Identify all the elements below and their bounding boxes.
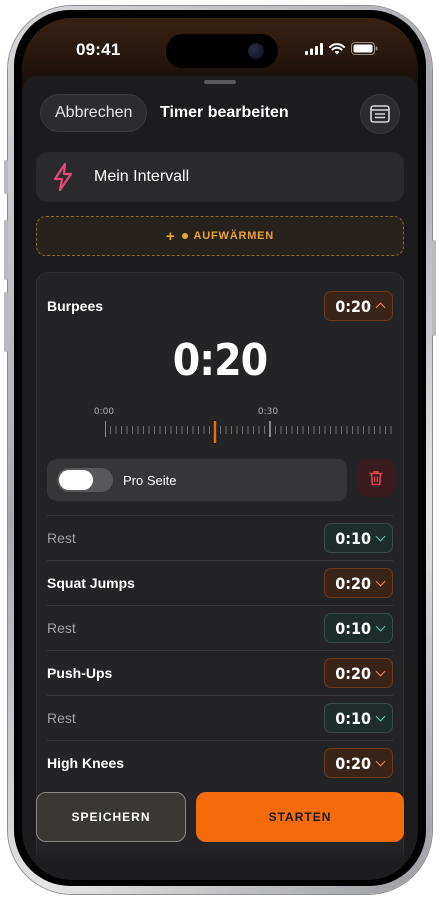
exercise-name: Push-Ups bbox=[47, 665, 113, 681]
per-side-label: Pro Seite bbox=[123, 472, 177, 488]
chevron-down-icon bbox=[375, 576, 386, 586]
duration-value: 0:20 bbox=[335, 573, 371, 593]
duration-value: 0:10 bbox=[335, 618, 371, 638]
chevron-down-icon bbox=[375, 666, 386, 676]
exercise-name: High Knees bbox=[47, 755, 125, 771]
camera-icon bbox=[248, 43, 264, 59]
per-side-toggle[interactable] bbox=[57, 468, 113, 492]
status-time: 09:41 bbox=[76, 40, 121, 59]
warmup-dot-icon bbox=[181, 233, 188, 239]
volume-down-button bbox=[4, 292, 8, 352]
duration-pill[interactable]: 0:20 bbox=[324, 658, 393, 688]
duration-value: 0:20 bbox=[335, 663, 371, 683]
exercise-row[interactable]: Squat Jumps 0:20 bbox=[47, 560, 393, 605]
warmup-label: AUFWÄRMEN bbox=[193, 230, 275, 242]
active-duration: 0:20 bbox=[335, 296, 371, 316]
sheet-title: Timer bearbeiten bbox=[160, 104, 289, 121]
notes-button[interactable] bbox=[360, 94, 400, 134]
rest-row[interactable]: Rest 0:10 bbox=[47, 515, 393, 560]
rest-label: Rest bbox=[47, 620, 76, 636]
duration-value: 0:20 bbox=[335, 753, 371, 773]
volume-up-button bbox=[4, 220, 8, 280]
dynamic-island bbox=[166, 34, 278, 68]
rest-row[interactable]: Rest 0:10 bbox=[47, 695, 393, 740]
timer-name-row[interactable]: Mein Intervall bbox=[36, 152, 404, 202]
add-warmup-button[interactable]: + AUFWÄRMEN bbox=[36, 216, 404, 256]
trash-icon bbox=[369, 471, 383, 486]
sheet-grabber[interactable] bbox=[204, 80, 236, 84]
active-exercise-name[interactable]: Burpees bbox=[47, 298, 103, 314]
action-button bbox=[4, 160, 8, 194]
duration-pill[interactable]: 0:10 bbox=[324, 703, 393, 733]
duration-pill[interactable]: 0:20 bbox=[324, 748, 393, 778]
start-button[interactable]: STARTEN bbox=[196, 792, 404, 842]
duration-pill[interactable]: 0:10 bbox=[324, 523, 393, 553]
timer-name: Mein Intervall bbox=[94, 168, 190, 185]
bottom-fade bbox=[22, 846, 418, 880]
battery-icon bbox=[351, 42, 378, 55]
chevron-down-icon bbox=[375, 621, 386, 631]
duration-pill[interactable]: 0:10 bbox=[324, 613, 393, 643]
rest-label: Rest bbox=[47, 710, 76, 726]
per-side-row: Pro Seite bbox=[47, 459, 347, 501]
status-icons bbox=[305, 42, 378, 55]
signal-icon bbox=[305, 42, 323, 55]
interval-list: Burpees 0:20 0:20 0:00 0:30 Pro Seite Re… bbox=[36, 272, 404, 872]
ruler-indicator[interactable] bbox=[213, 421, 217, 443]
duration-ruler[interactable]: 0:00 0:30 bbox=[94, 407, 397, 447]
delete-button[interactable] bbox=[357, 459, 395, 497]
status-bar: 09:41 bbox=[22, 18, 418, 76]
rest-row[interactable]: Rest 0:10 bbox=[47, 605, 393, 650]
wifi-icon bbox=[329, 42, 345, 54]
chevron-down-icon bbox=[375, 531, 386, 541]
duration-value: 0:10 bbox=[335, 708, 371, 728]
plus-icon: + bbox=[165, 227, 176, 245]
screen: 09:41 Abbrechen Timer bearbeiten Mein In… bbox=[22, 18, 418, 880]
exercise-row[interactable]: Push-Ups 0:20 bbox=[47, 650, 393, 695]
duration-pill[interactable]: 0:20 bbox=[324, 568, 393, 598]
notes-icon bbox=[370, 105, 390, 123]
exercise-row[interactable]: High Knees 0:20 bbox=[47, 740, 393, 785]
chevron-down-icon bbox=[375, 756, 386, 766]
toggle-knob bbox=[59, 470, 93, 490]
ruler-ticks bbox=[105, 421, 392, 443]
bolt-icon bbox=[53, 163, 73, 191]
power-button bbox=[432, 240, 436, 336]
duration-display: 0:20 bbox=[172, 335, 268, 386]
edit-timer-sheet: Abbrechen Timer bearbeiten Mein Interval… bbox=[22, 76, 418, 880]
exercise-name: Squat Jumps bbox=[47, 575, 135, 591]
save-button[interactable]: SPEICHERN bbox=[36, 792, 186, 842]
chevron-down-icon bbox=[375, 711, 386, 721]
active-duration-pill[interactable]: 0:20 bbox=[324, 291, 393, 321]
cancel-button[interactable]: Abbrechen bbox=[40, 94, 148, 132]
duration-value: 0:10 bbox=[335, 528, 371, 548]
chevron-up-icon bbox=[375, 302, 386, 313]
rest-label: Rest bbox=[47, 530, 76, 546]
